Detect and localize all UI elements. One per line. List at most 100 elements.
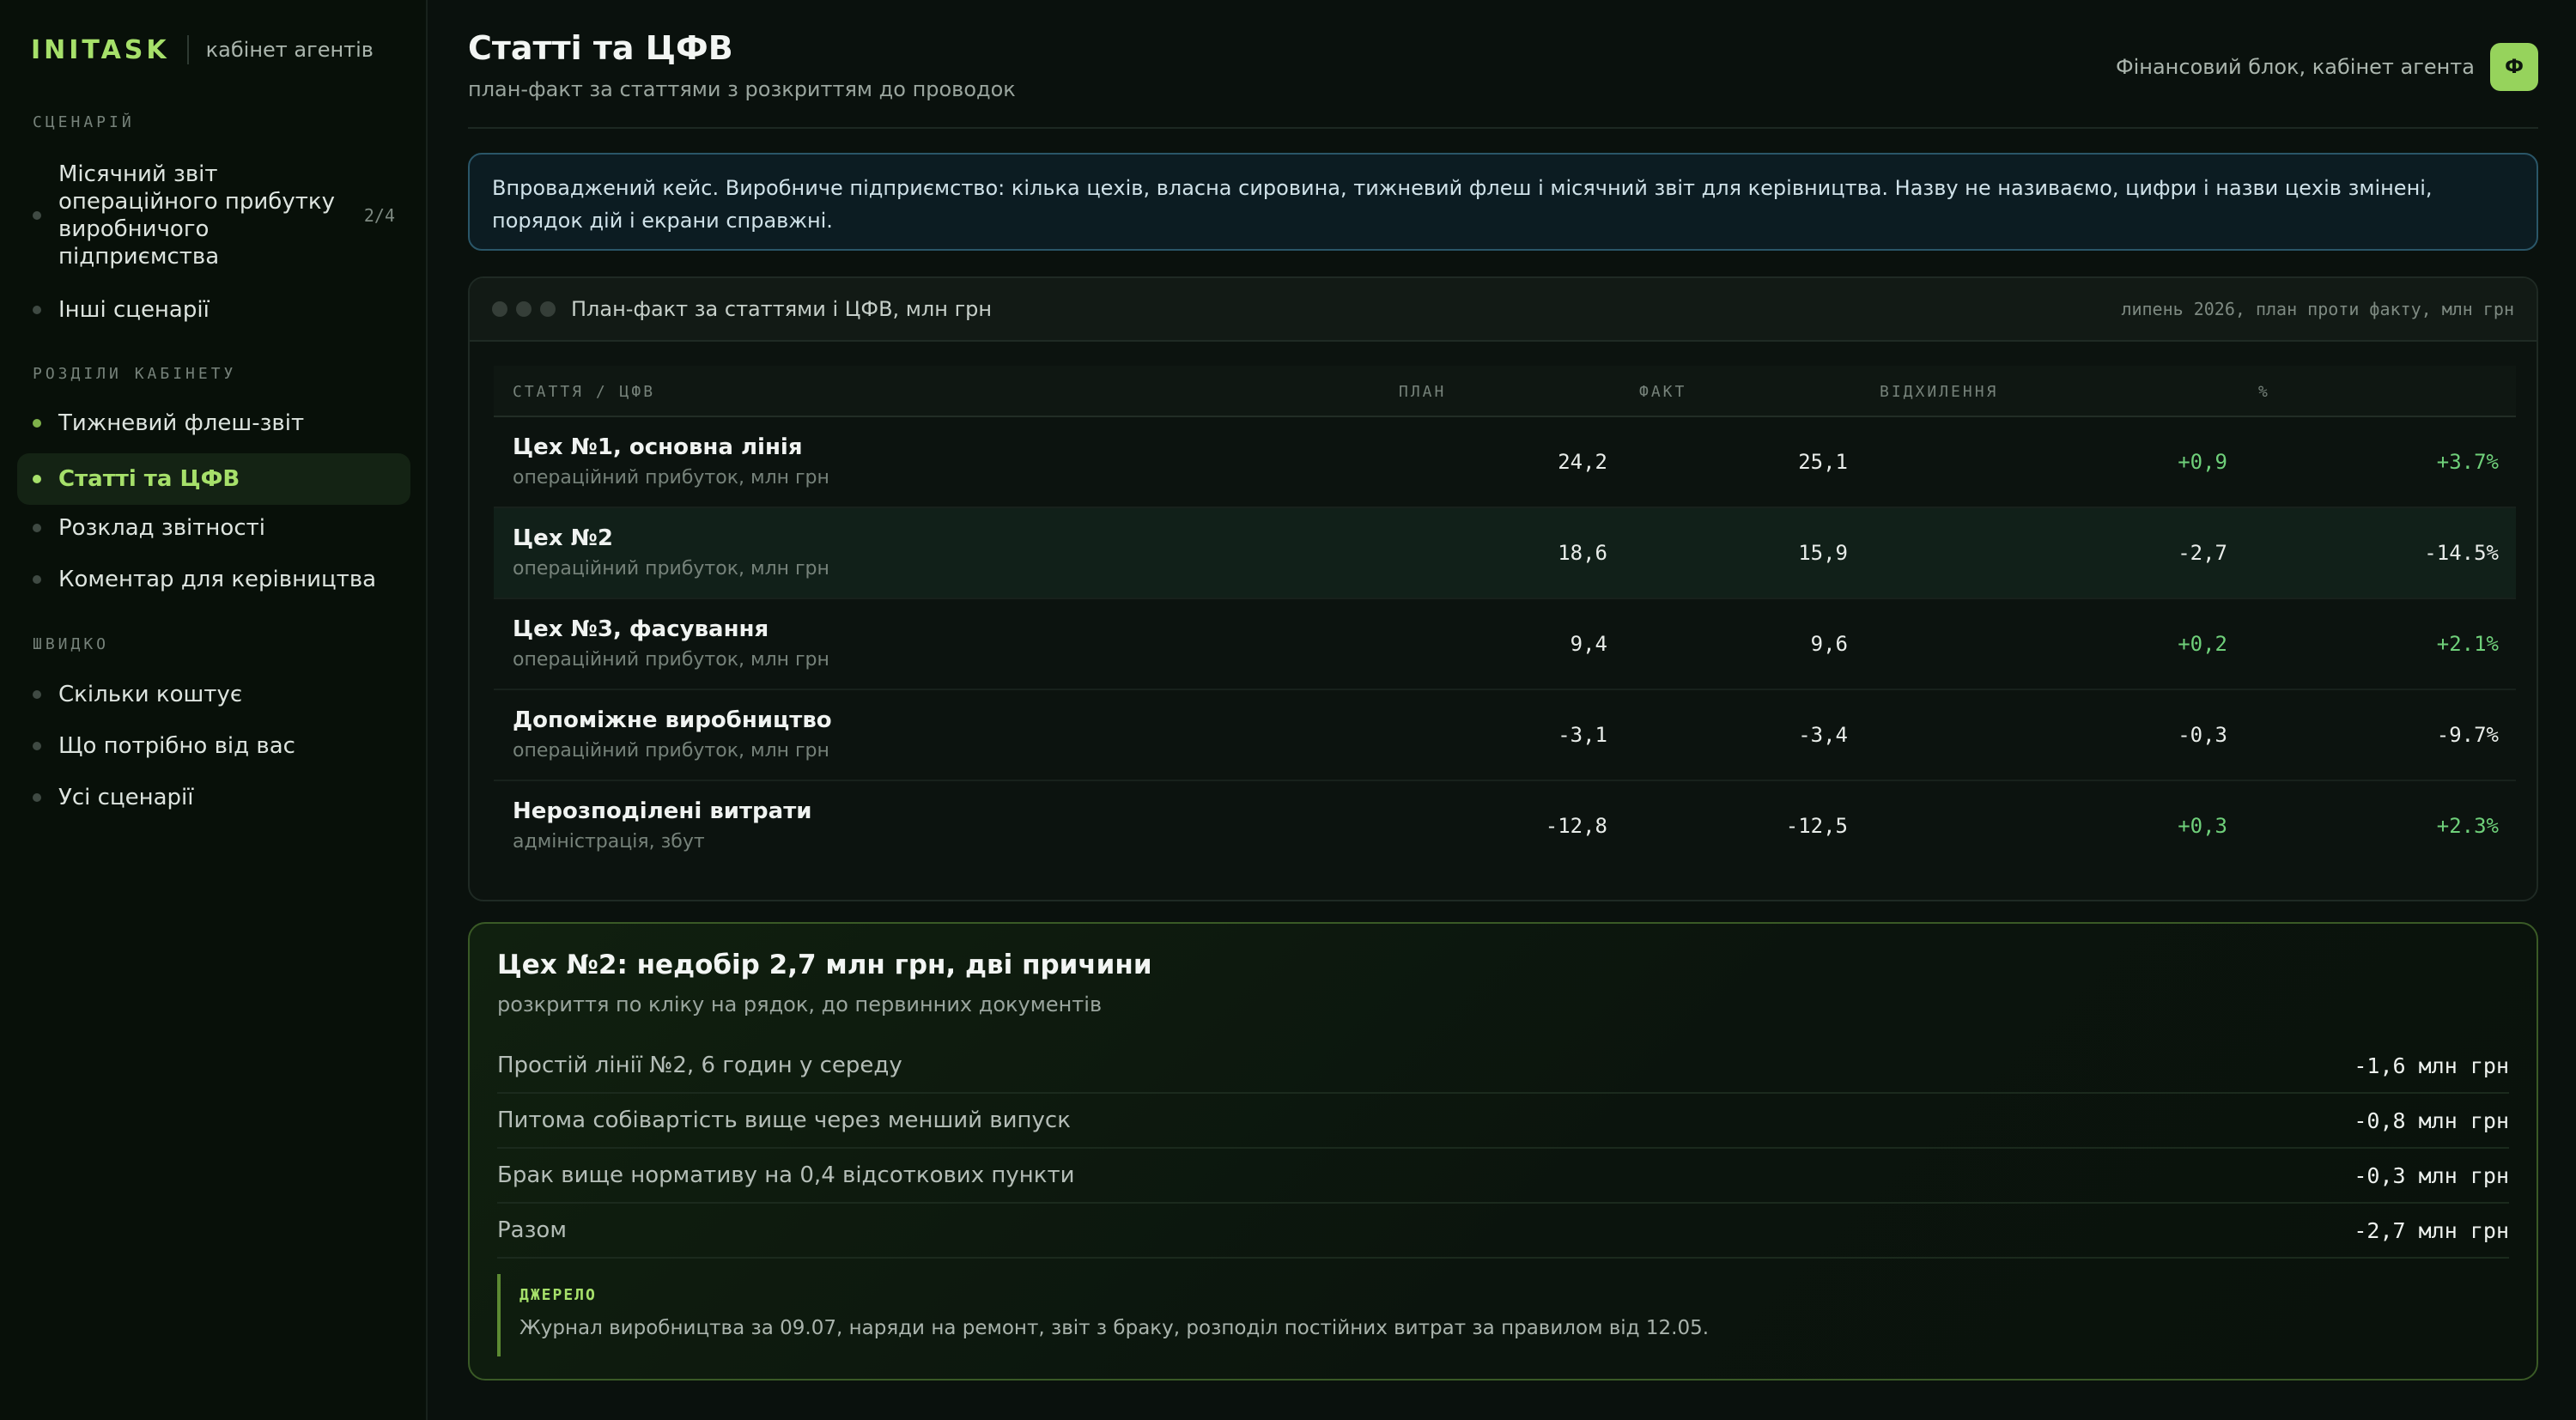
source-text: Журнал виробництва за 09.07, наряди на р… xyxy=(519,1317,1710,1339)
plan-fact-window: План-факт за статтями і ЦФВ, млн грн лип… xyxy=(468,276,2538,901)
drilldown-panel: Цех №2: недобір 2,7 млн грн, дві причини… xyxy=(468,922,2538,1381)
sidebar-item-other-scenarios[interactable]: Інші сценарії xyxy=(17,292,410,328)
window-dot-icon xyxy=(516,301,532,317)
sidebar-section-title: ШВИДКО xyxy=(33,635,110,653)
window-titlebar: План-факт за статтями і ЦФВ, млн грн лип… xyxy=(470,278,2537,342)
drilldown-label: Брак вище нормативу на 0,4 відсоткових п… xyxy=(497,1162,1075,1188)
row-percent-value: +2.3% xyxy=(2436,814,2499,838)
sidebar-item-management-comment[interactable]: Коментар для керівництва xyxy=(17,561,410,598)
sidebar-item-label: Місячний звіт операційного прибутку виро… xyxy=(58,161,335,270)
row-fact-value: -12,5 xyxy=(1785,814,1848,838)
row-percent-value: +2.1% xyxy=(2436,632,2499,656)
sidebar-section-title: РОЗДІЛИ КАБІНЕТУ xyxy=(33,365,237,383)
row-description: операційний прибуток, млн грн xyxy=(513,649,829,671)
row-name: Цех №3, фасування xyxy=(513,616,769,642)
sidebar-item-label: Розклад звітності xyxy=(58,515,265,541)
row-plan-value: -3,1 xyxy=(1558,723,1607,747)
row-deviation-value: +0,9 xyxy=(2178,450,2227,474)
bullet-icon xyxy=(33,306,41,314)
table-body: Цех №1, основна лінія операційний прибуто… xyxy=(494,417,2516,872)
table-row[interactable]: Нерозподілені витрати адміністрація, збут… xyxy=(494,781,2516,872)
row-name: Нерозподілені витрати xyxy=(513,798,812,824)
bullet-icon xyxy=(33,524,41,532)
drilldown-title: Цех №2: недобір 2,7 млн грн, дві причини xyxy=(497,950,1152,980)
bullet-icon xyxy=(33,575,41,584)
brand-logo: INITASK xyxy=(31,34,170,65)
column-header-deviation: ВІДХИЛЕННЯ xyxy=(1880,383,1999,401)
sidebar-item-requirements[interactable]: Що потрібно від вас xyxy=(17,728,410,764)
window-title: План-факт за статтями і ЦФВ, млн грн xyxy=(571,297,993,321)
sidebar-item-pricing[interactable]: Скільки коштує xyxy=(17,677,410,713)
sidebar-section-title: СЦЕНАРІЙ xyxy=(33,113,135,131)
bullet-icon xyxy=(33,742,41,750)
case-banner: Впроваджений кейс. Виробниче підприємств… xyxy=(468,153,2538,251)
column-header-plan: ПЛАН xyxy=(1399,383,1447,401)
bullet-icon xyxy=(33,690,41,699)
table-header: СТАТТЯ / ЦФВ ПЛАН ФАКТ ВІДХИЛЕННЯ % xyxy=(494,366,2516,417)
row-plan-value: -12,8 xyxy=(1545,814,1607,838)
row-fact-value: -3,4 xyxy=(1798,723,1848,747)
row-name: Цех №1, основна лінія xyxy=(513,434,803,460)
sidebar-item-label: Інші сценарії xyxy=(58,297,210,323)
row-plan-value: 9,4 xyxy=(1570,632,1607,656)
row-deviation-value: +0,3 xyxy=(2178,814,2227,838)
sidebar-item-label: Статті та ЦФВ xyxy=(58,466,240,492)
window-period: липень 2026, план проти факту, млн грн xyxy=(2121,299,2514,319)
row-percent-value: -14.5% xyxy=(2424,541,2499,565)
window-dot-icon xyxy=(492,301,507,317)
source-note: ДЖЕРЕЛО Журнал виробництва за 09.07, нар… xyxy=(497,1274,2509,1356)
sidebar-item-weekly-flash[interactable]: Тижневий флеш-звіт xyxy=(17,405,410,441)
row-description: операційний прибуток, млн грн xyxy=(513,467,829,489)
drilldown-value: -1,6 млн грн xyxy=(2354,1053,2509,1078)
source-label: ДЖЕРЕЛО xyxy=(519,1286,597,1304)
row-percent-value: -9.7% xyxy=(2436,723,2499,747)
table-row[interactable]: Цех №3, фасування операційний прибуток, м… xyxy=(494,599,2516,690)
sidebar-item-label: Коментар для керівництва xyxy=(58,567,377,592)
row-fact-value: 25,1 xyxy=(1798,450,1848,474)
row-deviation-value: -0,3 xyxy=(2178,723,2227,747)
drilldown-label: Разом xyxy=(497,1217,567,1243)
row-fact-value: 9,6 xyxy=(1810,632,1848,656)
sidebar-item-articles-cfv[interactable]: Статті та ЦФВ xyxy=(17,453,410,505)
drilldown-value: -2,7 млн грн xyxy=(2354,1217,2509,1243)
row-name: Допоміжне виробництво xyxy=(513,707,832,733)
avatar[interactable]: Ф xyxy=(2490,43,2538,91)
brand[interactable]: INITASK кабінет агентів xyxy=(31,33,374,67)
table-row[interactable]: Допоміжне виробництво операційний прибуто… xyxy=(494,690,2516,781)
bullet-icon xyxy=(33,475,41,483)
drilldown-label: Простій лінії №2, 6 годин у середу xyxy=(497,1053,902,1078)
sidebar-item-all-scenarios[interactable]: Усі сценарії xyxy=(17,780,410,816)
drilldown-value: -0,8 млн грн xyxy=(2354,1107,2509,1133)
window-dot-icon xyxy=(540,301,556,317)
drilldown-row: Разом -2,7 млн грн xyxy=(497,1204,2509,1259)
sidebar-item-reporting-schedule[interactable]: Розклад звітності xyxy=(17,510,410,546)
row-plan-value: 18,6 xyxy=(1558,541,1607,565)
row-description: операційний прибуток, млн грн xyxy=(513,558,829,580)
page-subtitle: план-факт за статтями з розкриттям до пр… xyxy=(468,77,1016,101)
bullet-icon xyxy=(33,211,41,220)
row-name: Цех №2 xyxy=(513,525,613,551)
row-fact-value: 15,9 xyxy=(1798,541,1848,565)
sidebar: INITASK кабінет агентів СЦЕНАРІЙ Місячни… xyxy=(0,0,428,1420)
header-account: Фінансовий блок, кабінет агента Ф xyxy=(2116,43,2538,91)
bullet-icon xyxy=(33,419,41,428)
table-row[interactable]: Цех №2 операційний прибуток, млн грн 18,6 1… xyxy=(494,508,2516,599)
drilldown-row: Простій лінії №2, 6 годин у середу -1,6 м… xyxy=(497,1039,2509,1094)
page-title: Статті та ЦФВ xyxy=(468,29,733,67)
sidebar-item-label: Що потрібно від вас xyxy=(58,733,295,759)
sidebar-item-monthly-report[interactable]: Місячний звіт операційного прибутку виро… xyxy=(17,160,410,271)
brand-divider xyxy=(186,35,189,64)
sidebar-item-label: Усі сценарії xyxy=(58,785,194,810)
header-context: Фінансовий блок, кабінет агента xyxy=(2115,55,2475,79)
row-plan-value: 24,2 xyxy=(1558,450,1607,474)
table-row[interactable]: Цех №1, основна лінія операційний прибуто… xyxy=(494,417,2516,508)
header-divider xyxy=(468,127,2538,129)
row-description: адміністрація, збут xyxy=(513,831,705,853)
row-description: операційний прибуток, млн грн xyxy=(513,740,829,762)
row-percent-value: +3.7% xyxy=(2436,450,2499,474)
brand-subtitle: кабінет агентів xyxy=(205,38,374,62)
row-deviation-value: +0,2 xyxy=(2178,632,2227,656)
column-header-fact: ФАКТ xyxy=(1639,383,1687,401)
bullet-icon xyxy=(33,793,41,802)
column-header-percent: % xyxy=(2258,383,2270,401)
